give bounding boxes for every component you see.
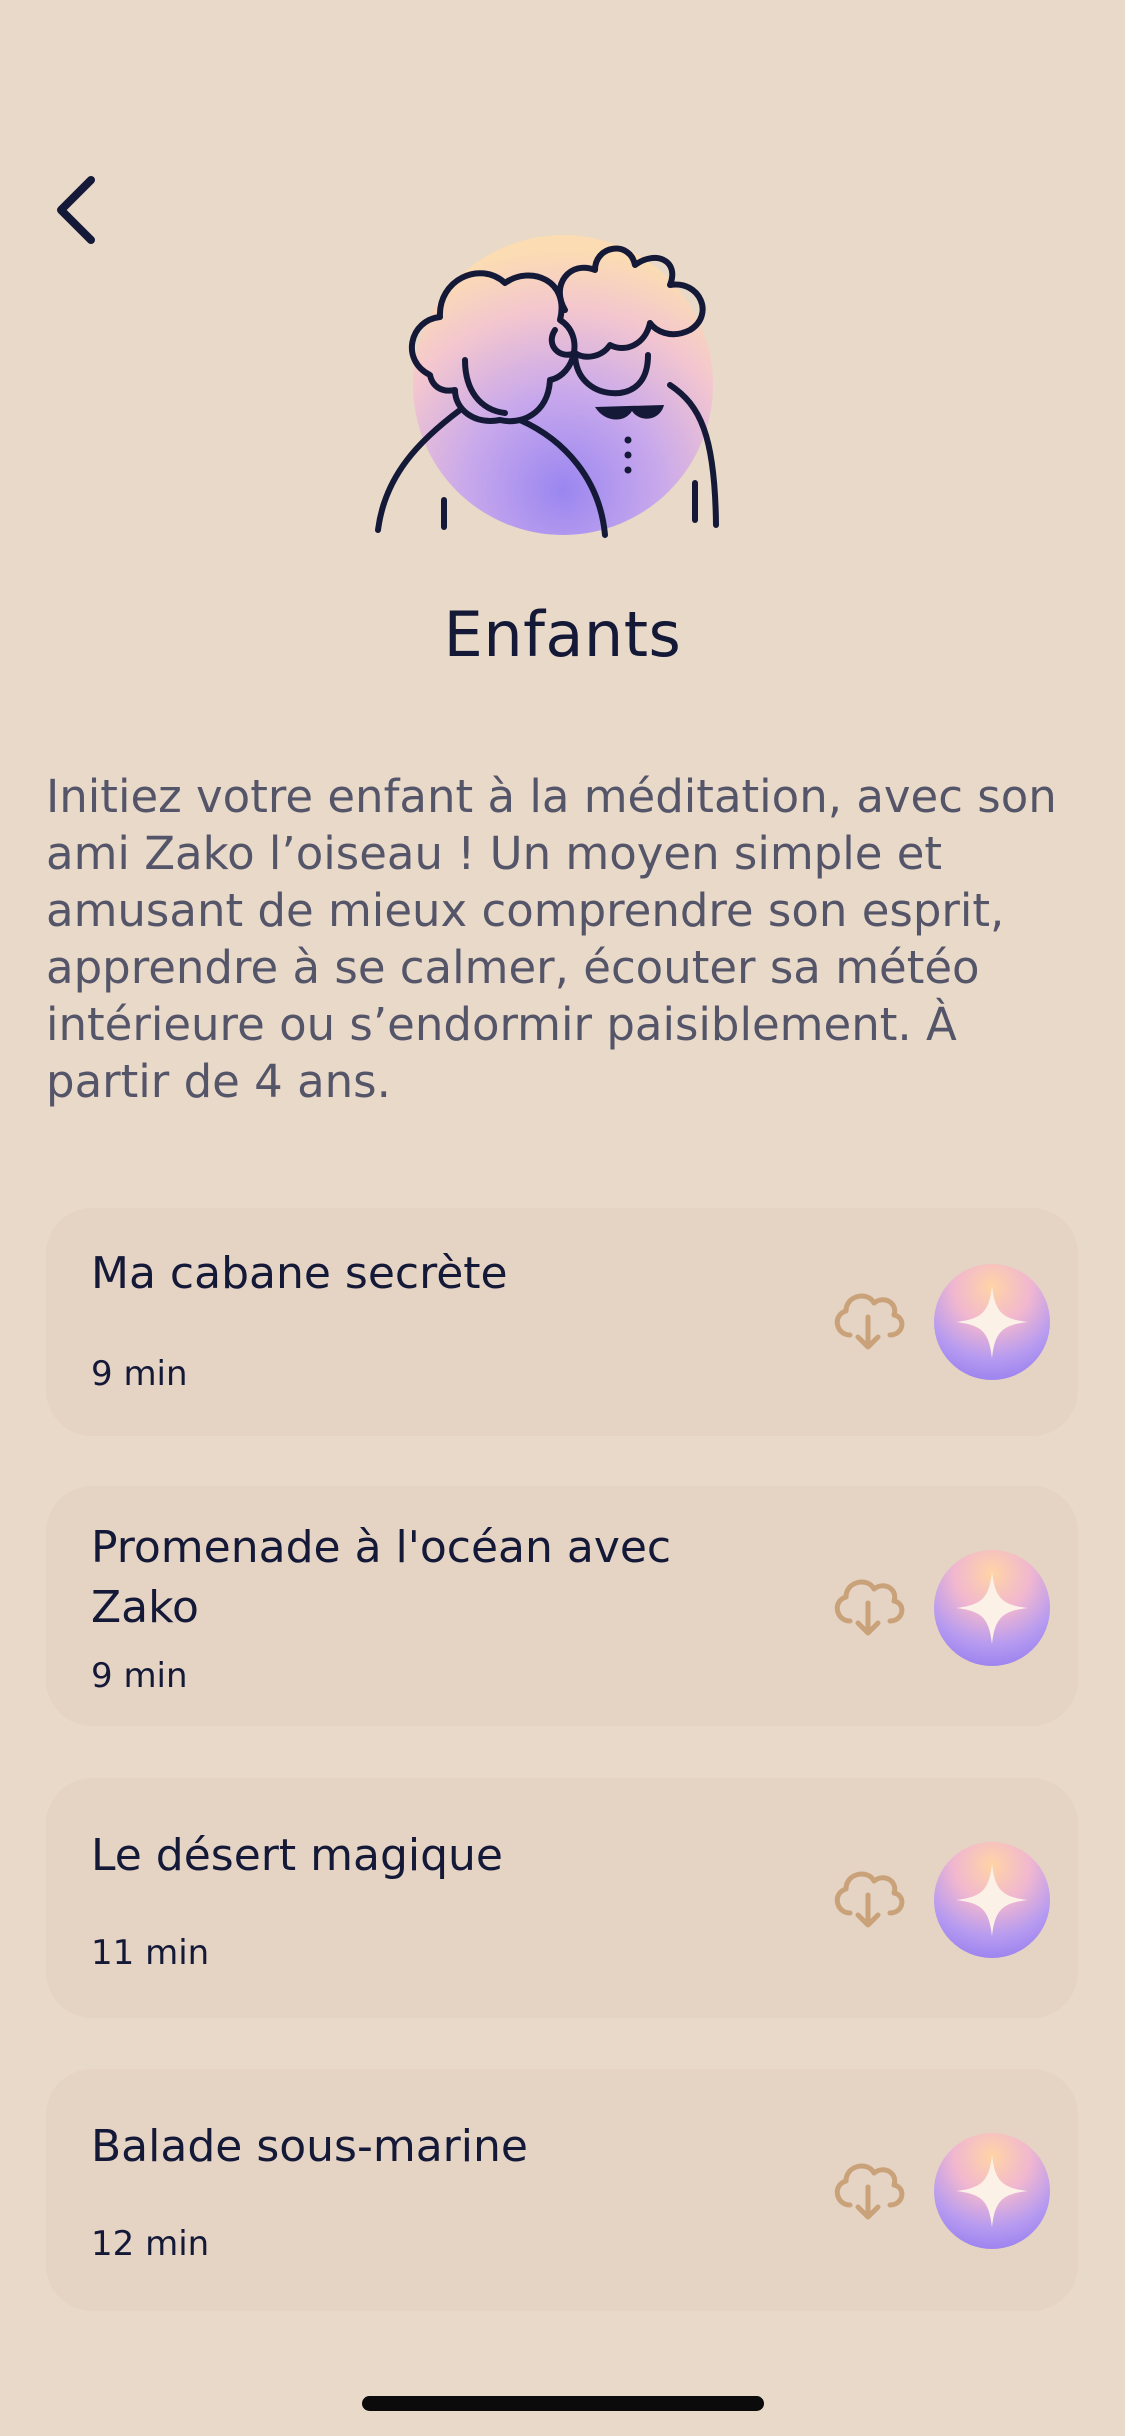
session-duration: 9 min [91,1354,188,1394]
sparkle-icon [956,2155,1028,2227]
cloud-download-icon [834,1293,905,1350]
play-button[interactable] [934,1842,1050,1958]
session-title: Le désert magique [91,1830,503,1881]
download-button[interactable] [828,1863,908,1933]
children-illustration [370,225,755,545]
sparkle-icon [956,1572,1028,1644]
session-card[interactable]: Le désert magique 11 min [46,1778,1078,2018]
session-duration: 12 min [91,2224,210,2264]
session-card[interactable]: Ma cabane secrète 9 min [46,1208,1078,1436]
cloud-download-icon [834,1871,905,1928]
home-indicator[interactable] [362,2396,764,2411]
session-title: Ma cabane secrète [91,1248,508,1299]
play-button[interactable] [934,1550,1050,1666]
back-button[interactable] [40,170,110,250]
page-title: Enfants [443,598,682,671]
session-duration: 9 min [91,1656,188,1696]
download-button[interactable] [828,2155,908,2225]
sparkle-icon [956,1286,1028,1358]
download-button[interactable] [828,1285,908,1355]
session-card[interactable]: Promenade à l'océan avec Zako 9 min [46,1486,1078,1726]
play-button[interactable] [934,2133,1050,2249]
chevron-left-icon [57,176,95,244]
session-card[interactable]: Balade sous-marine 12 min [46,2069,1078,2311]
sparkle-icon [956,1864,1028,1936]
cloud-download-icon [834,1579,905,1636]
download-button[interactable] [828,1571,908,1641]
play-button[interactable] [934,1264,1050,1380]
session-duration: 11 min [91,1933,210,1973]
session-title: Balade sous-marine [91,2121,528,2172]
cloud-download-icon [834,2163,905,2220]
page-description: Initiez votre enfant à la méditation, av… [46,770,1057,1108]
session-title: Promenade à l'océan avec Zako [91,1522,672,1633]
